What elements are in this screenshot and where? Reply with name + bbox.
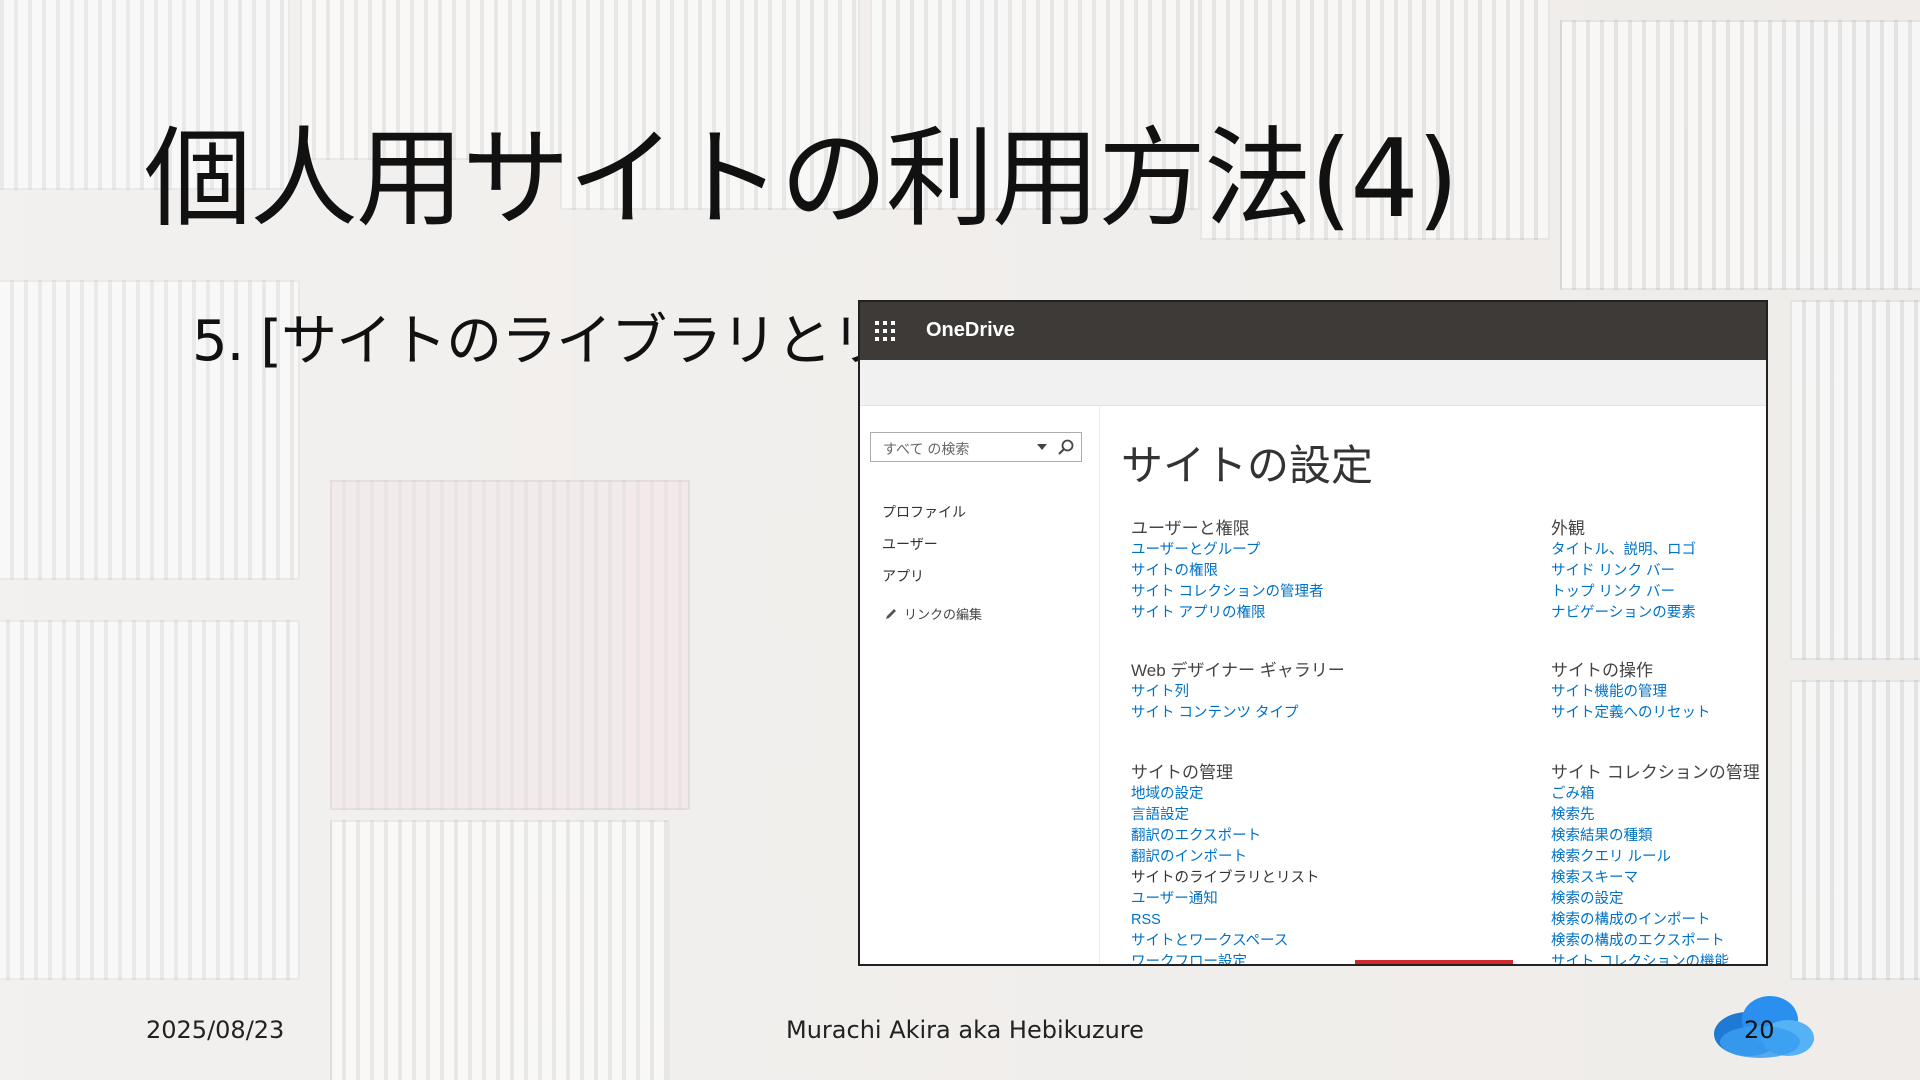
group-heading: サイト コレクションの管理: [1551, 763, 1760, 782]
settings-link[interactable]: 翻訳のエクスポート: [1131, 826, 1320, 847]
settings-link[interactable]: 検索の構成のエクスポート: [1551, 931, 1760, 952]
nav-item-users[interactable]: ユーザー: [882, 534, 938, 554]
group-heading: Web デザイナー ギャラリー: [1131, 661, 1345, 680]
suite-bar: OneDrive: [860, 302, 1766, 360]
settings-link[interactable]: サイト列: [1131, 682, 1345, 703]
nav-item-profile[interactable]: プロファイル: [882, 502, 966, 522]
settings-link[interactable]: サイト コレクションの管理者: [1131, 582, 1324, 603]
group-site-administration: サイトの管理 地域の設定 言語設定 翻訳のエクスポート 翻訳のインポート サイト…: [1131, 762, 1320, 964]
group-site-actions: サイトの操作 サイト機能の管理 サイト定義へのリセット: [1551, 660, 1711, 724]
site-libraries-lists-link[interactable]: サイトのライブラリとリスト: [1131, 868, 1320, 889]
settings-link[interactable]: ユーザー通知: [1131, 889, 1320, 910]
settings-link[interactable]: 言語設定: [1131, 805, 1320, 826]
settings-link[interactable]: サイト コンテンツ タイプ: [1131, 703, 1345, 724]
group-web-designer-gallery: Web デザイナー ギャラリー サイト列 サイト コンテンツ タイプ: [1131, 660, 1345, 724]
highlight-box: [1355, 960, 1513, 964]
group-heading: サイトの管理: [1131, 763, 1233, 782]
nav-item-apps[interactable]: アプリ: [882, 566, 924, 586]
footer-author: Murachi Akira aka Hebikuzure: [786, 1016, 1144, 1044]
group-heading: ユーザーと権限: [1131, 519, 1250, 538]
pencil-icon: [886, 609, 896, 619]
settings-link[interactable]: 検索クエリ ルール: [1551, 847, 1760, 868]
settings-link[interactable]: 検索結果の種類: [1551, 826, 1760, 847]
settings-link[interactable]: サイト定義へのリセット: [1551, 703, 1711, 724]
search-icon[interactable]: [1057, 438, 1075, 456]
chevron-down-icon[interactable]: [1037, 444, 1047, 450]
slide-title: 個人用サイトの利用方法(4): [144, 117, 1459, 242]
settings-link[interactable]: 地域の設定: [1131, 784, 1320, 805]
ribbon: [860, 360, 1766, 406]
settings-content: サイトの設定 ユーザーと権限 ユーザーとグループ サイトの権限 サイト コレクシ…: [1101, 406, 1766, 964]
settings-link[interactable]: 検索の設定: [1551, 889, 1760, 910]
settings-link[interactable]: ごみ箱: [1551, 784, 1760, 805]
settings-link[interactable]: サイト アプリの権限: [1131, 603, 1324, 624]
settings-link[interactable]: トップ リンク バー: [1551, 582, 1696, 603]
settings-link[interactable]: サイトとワークスペース: [1131, 931, 1320, 952]
waffle-icon[interactable]: [875, 321, 895, 341]
group-look-and-feel: 外観 タイトル、説明、ロゴ サイド リンク バー トップ リンク バー ナビゲー…: [1551, 518, 1696, 624]
page-title: サイトの設定: [1121, 442, 1374, 489]
edit-links-label: リンクの編集: [904, 607, 983, 622]
settings-link[interactable]: ナビゲーションの要素: [1551, 603, 1696, 624]
settings-link[interactable]: 翻訳のインポート: [1131, 847, 1320, 868]
settings-link[interactable]: RSS: [1131, 910, 1320, 931]
edit-links-link[interactable]: リンクの編集: [884, 604, 982, 623]
group-users-permissions: ユーザーと権限 ユーザーとグループ サイトの権限 サイト コレクションの管理者 …: [1131, 518, 1324, 624]
search-placeholder: すべて の検索: [883, 441, 970, 457]
settings-link[interactable]: サイト機能の管理: [1551, 682, 1711, 703]
settings-link[interactable]: 検索先: [1551, 805, 1760, 826]
group-heading: サイトの操作: [1551, 661, 1653, 680]
settings-link[interactable]: ユーザーとグループ: [1131, 540, 1324, 561]
brand-label[interactable]: OneDrive: [926, 319, 1015, 342]
settings-link[interactable]: サイトの権限: [1131, 561, 1324, 582]
settings-link[interactable]: サイト コレクションの機能: [1551, 952, 1760, 964]
group-heading: 外観: [1551, 519, 1585, 538]
settings-link[interactable]: 検索スキーマ: [1551, 868, 1760, 889]
settings-link[interactable]: ワークフロー設定: [1131, 952, 1320, 964]
settings-link[interactable]: サイド リンク バー: [1551, 561, 1696, 582]
settings-link[interactable]: 検索の構成のインポート: [1551, 910, 1760, 931]
onedrive-screenshot: OneDrive すべて の検索 プロファイル ユーザー アプリ リンクの編集 …: [858, 300, 1768, 966]
page-number: 20: [1744, 1016, 1775, 1044]
group-site-collection-administration: サイト コレクションの管理 ごみ箱 検索先 検索結果の種類 検索クエリ ルール …: [1551, 762, 1760, 964]
left-navigation: すべて の検索 プロファイル ユーザー アプリ リンクの編集: [860, 406, 1100, 964]
settings-link[interactable]: タイトル、説明、ロゴ: [1551, 540, 1696, 561]
search-input[interactable]: すべて の検索: [870, 432, 1082, 462]
footer-date: 2025/08/23: [146, 1016, 285, 1044]
